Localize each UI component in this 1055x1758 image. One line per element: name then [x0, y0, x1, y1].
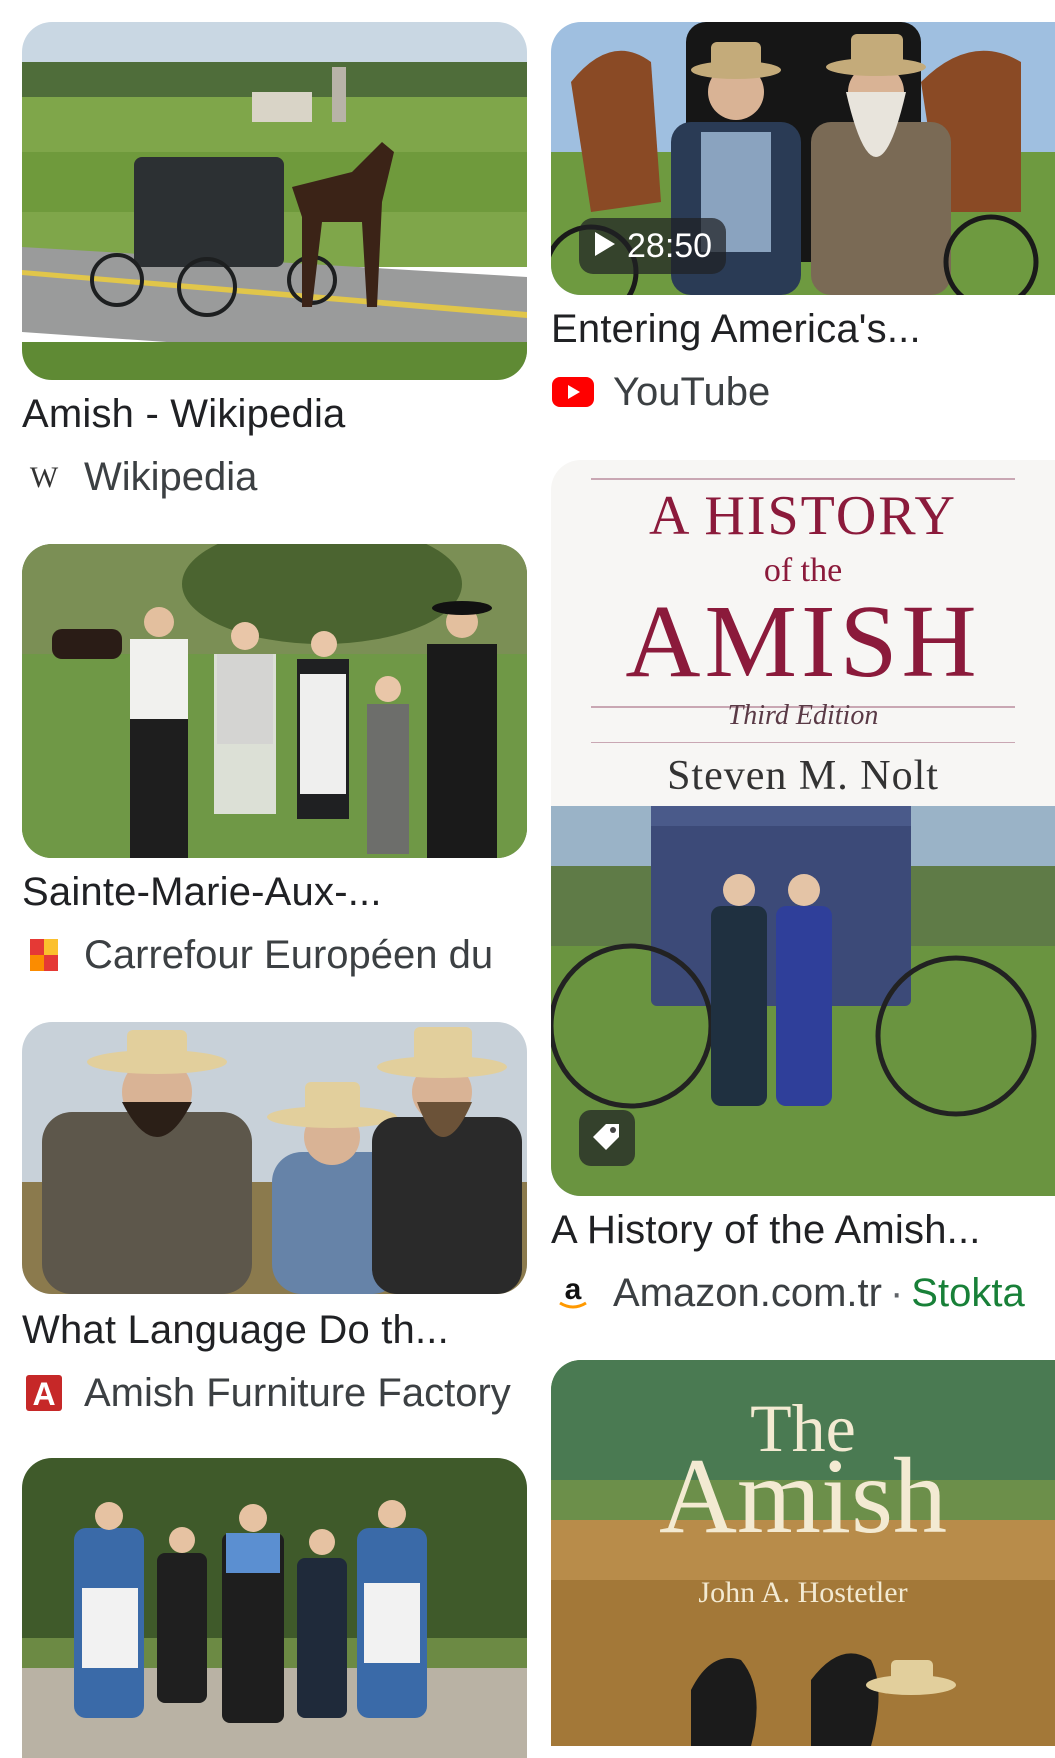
- source-name: YouTube: [613, 370, 771, 414]
- stock-status: Stokta: [911, 1271, 1025, 1315]
- video-duration-badge: 28:50: [579, 218, 727, 274]
- book-edition: Third Edition: [727, 700, 879, 731]
- result-thumbnail[interactable]: [22, 1022, 527, 1294]
- book-rule: [591, 478, 1015, 480]
- book-rule: [591, 742, 1015, 743]
- amish-furniture-factory-icon: A: [22, 1371, 66, 1415]
- shopping-tag-badge: [579, 1110, 635, 1166]
- source-name: Wikipedia: [84, 455, 258, 499]
- separator-dot: ·: [889, 1271, 904, 1315]
- result-thumbnail[interactable]: 28:50: [551, 22, 1055, 295]
- carrefour-europeen-icon: [22, 933, 66, 977]
- result-card-amish-group[interactable]: [22, 1458, 527, 1758]
- wikipedia-w-icon: W: [22, 455, 66, 499]
- result-card-amish-wikipedia[interactable]: Amish - Wikipedia W Wikipedia: [22, 22, 527, 499]
- youtube-icon: [551, 370, 595, 414]
- result-source[interactable]: YouTube: [551, 370, 1055, 414]
- svg-text:A: A: [32, 1376, 55, 1411]
- svg-text:a: a: [565, 1275, 582, 1306]
- result-thumbnail[interactable]: The Amish John A. Hostetler: [551, 1360, 1055, 1746]
- result-card-the-amish-book[interactable]: The Amish John A. Hostetler: [551, 1360, 1055, 1746]
- play-icon: [591, 230, 617, 263]
- result-title[interactable]: Amish - Wikipedia: [22, 392, 527, 437]
- result-title[interactable]: What Language Do th...: [22, 1308, 527, 1353]
- amazon-icon: a: [551, 1271, 595, 1315]
- result-title[interactable]: Sainte-Marie-Aux-...: [22, 870, 527, 915]
- result-source[interactable]: a Amazon.com.tr · Stokta: [551, 1271, 1055, 1315]
- source-name: Carrefour Européen du: [84, 933, 494, 977]
- buggy-road-image: [22, 22, 527, 380]
- source-name: Amish Furniture Factory: [84, 1371, 511, 1415]
- price-tag-icon: [592, 1121, 622, 1156]
- amish-family-photo: [22, 544, 527, 858]
- result-source[interactable]: W Wikipedia: [22, 455, 527, 499]
- amish-group-photo: [22, 1458, 527, 1758]
- result-thumbnail[interactable]: A HISTORY of the AMISH Third Edition Ste…: [551, 460, 1055, 1196]
- book-title-line1: A HISTORY: [649, 485, 957, 547]
- book-title-line3: AMISH: [625, 584, 981, 699]
- result-source[interactable]: Carrefour Européen du: [22, 933, 527, 977]
- result-title[interactable]: Entering America's...: [551, 307, 1055, 352]
- source-name: Amazon.com.tr: [613, 1271, 882, 1315]
- svg-text:W: W: [30, 462, 59, 492]
- result-thumbnail[interactable]: [22, 22, 527, 380]
- result-source[interactable]: A Amish Furniture Factory: [22, 1371, 527, 1415]
- result-thumbnail[interactable]: [22, 544, 527, 858]
- result-card-entering-america[interactable]: 28:50 Entering America's... YouTube: [551, 22, 1055, 414]
- book-title-line2: Amish: [658, 1437, 948, 1556]
- result-thumbnail[interactable]: [22, 1458, 527, 1758]
- result-card-history-of-amish[interactable]: A HISTORY of the AMISH Third Edition Ste…: [551, 460, 1055, 1315]
- result-card-what-language[interactable]: What Language Do th... A Amish Furniture…: [22, 1022, 527, 1415]
- book-author: Steven M. Nolt: [667, 753, 939, 799]
- amish-men-photo: [22, 1022, 527, 1294]
- result-card-sainte-marie[interactable]: Sainte-Marie-Aux-... Carrefour Européen …: [22, 544, 527, 977]
- book-author: John A. Hostetler: [698, 1576, 908, 1609]
- result-title[interactable]: A History of the Amish...: [551, 1208, 1055, 1253]
- video-duration: 28:50: [627, 226, 713, 265]
